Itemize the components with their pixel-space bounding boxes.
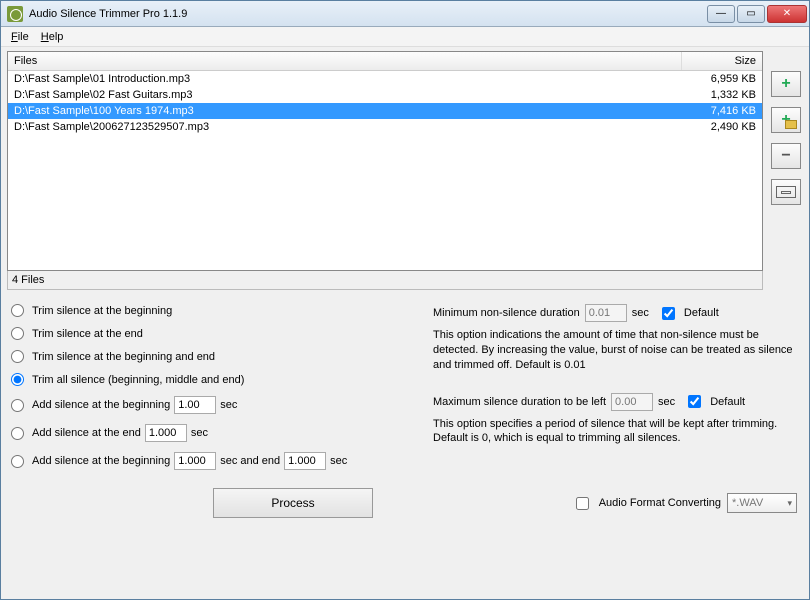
file-path: D:\Fast Sample\200627123529507.mp3	[8, 120, 682, 134]
radio-add-both: Add silence at the beginning sec and end…	[11, 452, 413, 470]
min-nonsilence-row: Minimum non-silence duration sec Default	[433, 304, 799, 322]
file-path: D:\Fast Sample\02 Fast Guitars.mp3	[8, 88, 682, 102]
radio-trim-all[interactable]: Trim all silence (beginning, middle and …	[11, 373, 413, 386]
radio-trim-both[interactable]: Trim silence at the beginning and end	[11, 350, 413, 363]
client-area: Files Size D:\Fast Sample\01 Introductio…	[1, 47, 809, 599]
table-row[interactable]: D:\Fast Sample\01 Introduction.mp36,959 …	[8, 71, 762, 87]
add-both-end-input[interactable]	[284, 452, 326, 470]
process-button[interactable]: Process	[213, 488, 373, 518]
max-silence-desc: This option specifies a period of silenc…	[433, 417, 799, 447]
add-both-begin-input[interactable]	[174, 452, 216, 470]
table-row[interactable]: D:\Fast Sample\200627123529507.mp32,490 …	[8, 119, 762, 135]
remove-file-button[interactable]: −	[771, 143, 801, 169]
maximize-button[interactable]: ▭	[737, 5, 765, 23]
file-list-wrap: Files Size D:\Fast Sample\01 Introductio…	[7, 51, 763, 290]
file-size: 2,490 KB	[682, 120, 762, 134]
list-header: Files Size	[8, 52, 762, 71]
file-path: D:\Fast Sample\100 Years 1974.mp3	[8, 104, 682, 118]
close-button[interactable]: ✕	[767, 5, 807, 23]
header-files[interactable]: Files	[8, 52, 682, 70]
table-row[interactable]: D:\Fast Sample\100 Years 1974.mp37,416 K…	[8, 103, 762, 119]
add-folder-button[interactable]: +	[771, 107, 801, 133]
menu-help[interactable]: Help	[37, 29, 68, 45]
options-left: Trim silence at the beginning Trim silen…	[7, 304, 413, 470]
file-size: 1,332 KB	[682, 88, 762, 102]
file-size: 7,416 KB	[682, 104, 762, 118]
file-count: 4 Files	[7, 271, 763, 290]
min-nonsilence-desc: This option indications the amount of ti…	[433, 328, 799, 373]
minimize-button[interactable]: —	[707, 5, 735, 23]
chevron-down-icon: ▾	[787, 498, 792, 509]
max-default-checkbox[interactable]	[688, 395, 701, 408]
bottom-bar: Process Audio Format Converting *.WAV ▾	[7, 488, 803, 518]
add-file-button[interactable]: +	[771, 71, 801, 97]
max-silence-input[interactable]	[611, 393, 653, 411]
file-path: D:\Fast Sample\01 Introduction.mp3	[8, 72, 682, 86]
clear-list-button[interactable]	[771, 179, 801, 205]
options-pane: Trim silence at the beginning Trim silen…	[7, 304, 803, 470]
radio-add-beginning: Add silence at the beginning sec	[11, 396, 413, 414]
options-right: Minimum non-silence duration sec Default…	[433, 304, 803, 470]
titlebar: Audio Silence Trimmer Pro 1.1.9 — ▭ ✕	[1, 1, 809, 27]
add-end-seconds-input[interactable]	[145, 424, 187, 442]
radio-trim-beginning[interactable]: Trim silence at the beginning	[11, 304, 413, 317]
table-row[interactable]: D:\Fast Sample\02 Fast Guitars.mp31,332 …	[8, 87, 762, 103]
window-title: Audio Silence Trimmer Pro 1.1.9	[29, 8, 707, 20]
radio-add-end: Add silence at the end sec	[11, 424, 413, 442]
side-buttons: + + −	[769, 51, 803, 290]
menu-file[interactable]: File	[7, 29, 33, 45]
add-begin-seconds-input[interactable]	[174, 396, 216, 414]
app-icon	[7, 6, 23, 22]
app-window: Audio Silence Trimmer Pro 1.1.9 — ▭ ✕ Fi…	[0, 0, 810, 600]
window-controls: — ▭ ✕	[707, 5, 807, 23]
header-size[interactable]: Size	[682, 52, 762, 70]
min-nonsilence-input[interactable]	[585, 304, 627, 322]
radio-trim-end[interactable]: Trim silence at the end	[11, 327, 413, 340]
file-list[interactable]: Files Size D:\Fast Sample\01 Introductio…	[7, 51, 763, 271]
format-combo[interactable]: *.WAV ▾	[727, 493, 797, 513]
convert-row: Audio Format Converting *.WAV ▾	[576, 493, 797, 513]
menubar: File Help	[1, 27, 809, 47]
min-default-checkbox[interactable]	[662, 307, 675, 320]
upper-pane: Files Size D:\Fast Sample\01 Introductio…	[7, 51, 803, 290]
file-size: 6,959 KB	[682, 72, 762, 86]
max-silence-row: Maximum silence duration to be left sec …	[433, 393, 799, 411]
convert-checkbox[interactable]	[576, 497, 589, 510]
